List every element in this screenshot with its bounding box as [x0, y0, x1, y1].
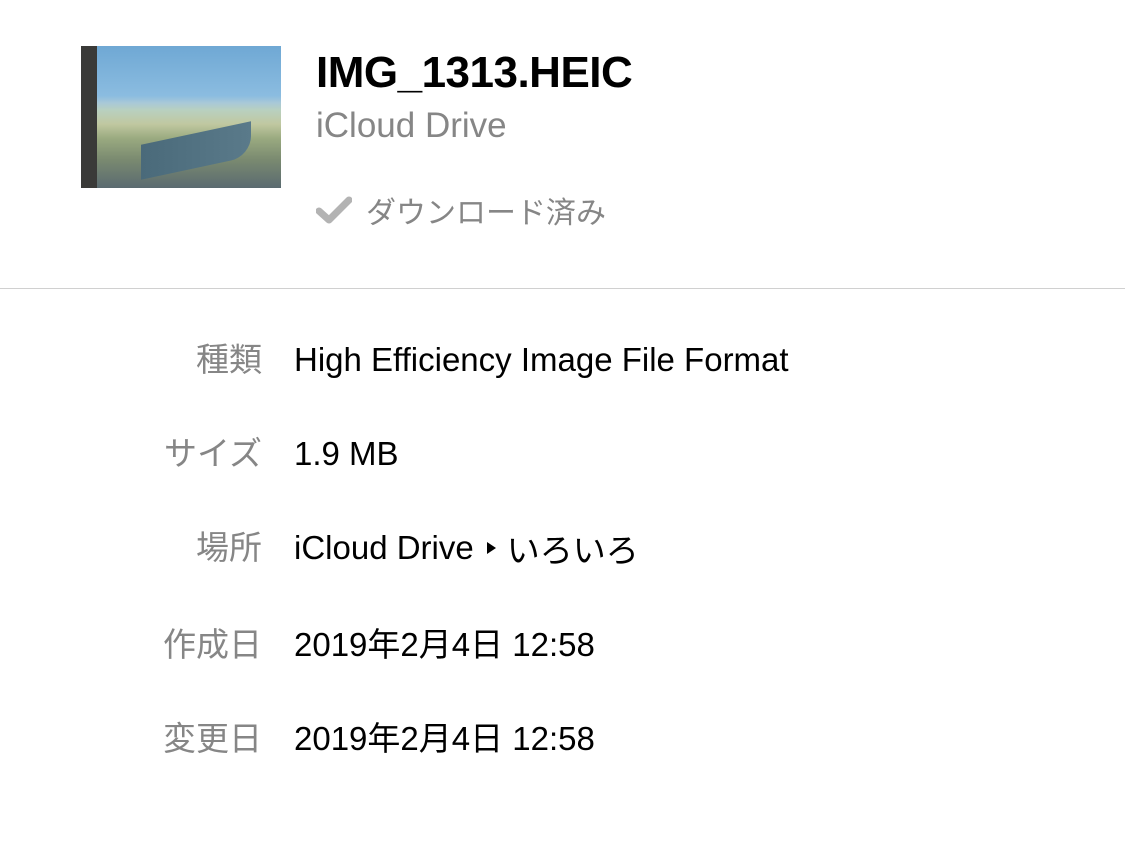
file-thumbnail[interactable]	[81, 46, 281, 188]
value-kind: High Efficiency Image File Format	[294, 341, 789, 379]
download-status-text: ダウンロード済み	[366, 188, 606, 232]
label-size: サイズ	[50, 427, 294, 475]
value-modified: 2019年2月4日 12:58	[294, 712, 595, 760]
info-row-kind: 種類 High Efficiency Image File Format	[50, 333, 1075, 381]
checkmark-icon	[316, 196, 352, 224]
location-sub: いろいろ	[507, 524, 639, 572]
label-kind: 種類	[50, 333, 294, 381]
file-source: iCloud Drive	[316, 106, 632, 146]
label-modified: 変更日	[50, 712, 294, 760]
download-status: ダウンロード済み	[316, 188, 632, 232]
file-name: IMG_1313.HEIC	[316, 48, 632, 98]
breadcrumb-separator-icon	[486, 541, 497, 555]
label-location: 場所	[50, 521, 294, 569]
info-row-created: 作成日 2019年2月4日 12:58	[50, 618, 1075, 666]
info-row-location: 場所 iCloud Drive いろいろ	[50, 521, 1075, 572]
header-text-block: IMG_1313.HEIC iCloud Drive ダウンロード済み	[316, 46, 632, 232]
value-created: 2019年2月4日 12:58	[294, 618, 595, 666]
info-row-size: サイズ 1.9 MB	[50, 427, 1075, 475]
location-root: iCloud Drive	[294, 529, 474, 567]
info-row-modified: 変更日 2019年2月4日 12:58	[50, 712, 1075, 760]
value-size: 1.9 MB	[294, 435, 399, 473]
value-location[interactable]: iCloud Drive いろいろ	[294, 524, 639, 572]
file-info-list: 種類 High Efficiency Image File Format サイズ…	[0, 289, 1125, 760]
file-info-header: IMG_1313.HEIC iCloud Drive ダウンロード済み	[0, 0, 1125, 282]
label-created: 作成日	[50, 618, 294, 666]
